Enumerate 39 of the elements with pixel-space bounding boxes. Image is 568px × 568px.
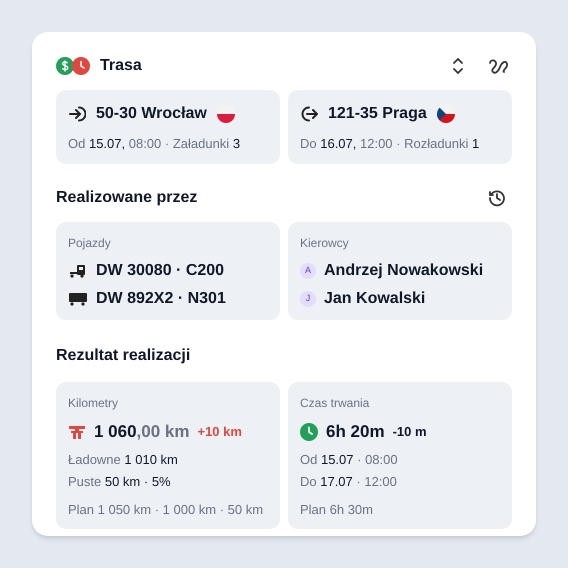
metric-value: 6h 20m (326, 420, 385, 443)
driver-name: Andrzej Nowakowski (324, 260, 484, 280)
metric-value: 1 060,00 km (94, 420, 190, 443)
vehicle-plate: DW 30080 · C200 (96, 260, 224, 280)
arrow-in-icon (68, 105, 86, 123)
driver-name: Jan Kowalski (324, 288, 426, 308)
metric-detail: Ładowne 1 010 km (68, 450, 179, 468)
avatar: J (300, 290, 316, 306)
avatar: A (300, 262, 316, 278)
stop-detail: Do 16.07, 12:00 · Rozładunki 1 (300, 135, 480, 153)
flag-icon (436, 105, 455, 123)
metric-detail: Od 15.07 · 08:00 (300, 450, 399, 468)
section-title: Realizowane przez (56, 188, 198, 208)
clock-icon (300, 422, 318, 440)
flag-icon (216, 105, 235, 123)
truck-icon (68, 264, 88, 278)
card-label: Kilometry (68, 394, 120, 412)
stop-detail: Od 15.07, 08:00 · Załadunki 3 (68, 135, 242, 153)
card-label: Czas trwania (300, 394, 370, 412)
metric-detail: Do 17.07 · 12:00 (300, 473, 398, 491)
section-title: Trasa (100, 56, 142, 76)
expand-icon[interactable] (452, 57, 464, 75)
trailer-icon (68, 292, 88, 306)
vehicle-plate: DW 892X2 · N301 (96, 288, 226, 308)
section-title: Rezultat realizacji (56, 346, 190, 366)
metric-delta: +10 km (197, 422, 242, 441)
dollar-icon (56, 57, 74, 75)
card-label: Pojazdy (68, 234, 112, 252)
clock-icon (72, 57, 90, 75)
arrow-out-icon (300, 105, 318, 123)
place-name: 50-30 Wrocław (96, 104, 207, 124)
metric-detail: Puste 50 km · 5% (68, 473, 172, 491)
metric-delta: -10 m (392, 422, 427, 441)
history-icon[interactable] (488, 188, 506, 206)
place-name: 121-35 Praga (328, 104, 427, 124)
card-label: Kierowcy (300, 234, 350, 252)
route-icon[interactable] (488, 57, 508, 75)
plan-text: Plan 6h 30m (300, 500, 374, 518)
plan-text: Plan 1 050 km · 1 000 km · 50 km (68, 500, 264, 518)
